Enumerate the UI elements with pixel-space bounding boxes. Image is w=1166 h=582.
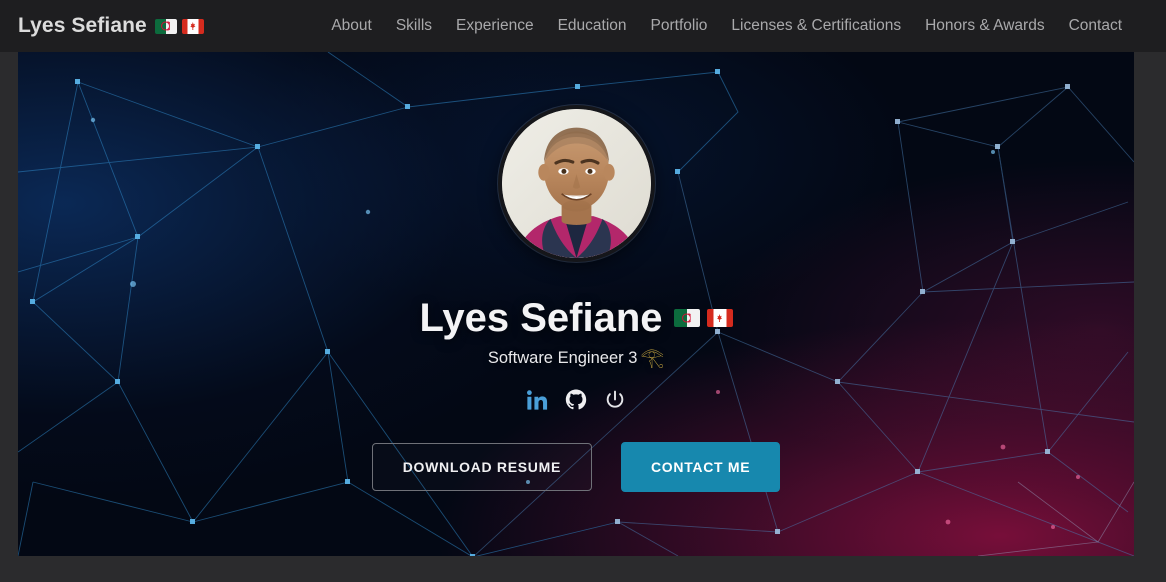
hero-section: Lyes Sefiane Software Engineer 3 𓂀 DOWNL… bbox=[18, 52, 1134, 556]
github-icon[interactable] bbox=[565, 389, 587, 411]
hero-tagline: Software Engineer 3 𓂀 bbox=[488, 349, 664, 368]
brand-flags bbox=[154, 18, 204, 34]
canada-flag-icon bbox=[706, 309, 733, 327]
nav-link-education[interactable]: Education bbox=[546, 11, 639, 41]
nav-link-about[interactable]: About bbox=[319, 11, 384, 41]
navbar: Lyes Sefiane About Skills Experience Edu… bbox=[0, 0, 1166, 52]
avatar bbox=[497, 105, 655, 262]
hero-name-flags bbox=[673, 309, 733, 327]
eye-of-horus-icon: 𓂀 bbox=[640, 348, 665, 369]
nav-links: About Skills Experience Education Portfo… bbox=[319, 11, 1134, 41]
hero-content: Lyes Sefiane Software Engineer 3 𓂀 DOWNL… bbox=[18, 52, 1134, 556]
nav-link-experience[interactable]: Experience bbox=[444, 11, 546, 41]
linkedin-icon[interactable] bbox=[526, 389, 548, 411]
avatar-photo bbox=[501, 109, 651, 258]
nav-link-portfolio[interactable]: Portfolio bbox=[639, 11, 720, 41]
contact-me-button[interactable]: CONTACT ME bbox=[620, 442, 781, 492]
brand-logo[interactable]: Lyes Sefiane bbox=[18, 14, 204, 38]
social-links bbox=[526, 389, 626, 411]
nav-link-honors[interactable]: Honors & Awards bbox=[913, 11, 1056, 41]
hero-tagline-text: Software Engineer 3 bbox=[487, 349, 638, 367]
power-icon[interactable] bbox=[604, 389, 626, 411]
download-resume-button[interactable]: DOWNLOAD RESUME bbox=[371, 443, 592, 491]
hero-name: Lyes Sefiane bbox=[419, 296, 733, 340]
canada-flag-icon bbox=[181, 18, 204, 34]
nav-link-skills[interactable]: Skills bbox=[384, 11, 444, 41]
cta-buttons: DOWNLOAD RESUME CONTACT ME bbox=[371, 442, 781, 492]
nav-link-licenses[interactable]: Licenses & Certifications bbox=[719, 11, 913, 41]
brand-name: Lyes Sefiane bbox=[18, 14, 147, 37]
algeria-flag-icon bbox=[673, 309, 700, 327]
nav-link-contact[interactable]: Contact bbox=[1057, 11, 1134, 41]
algeria-flag-icon bbox=[154, 18, 177, 34]
hero-name-text: Lyes Sefiane bbox=[419, 296, 663, 340]
